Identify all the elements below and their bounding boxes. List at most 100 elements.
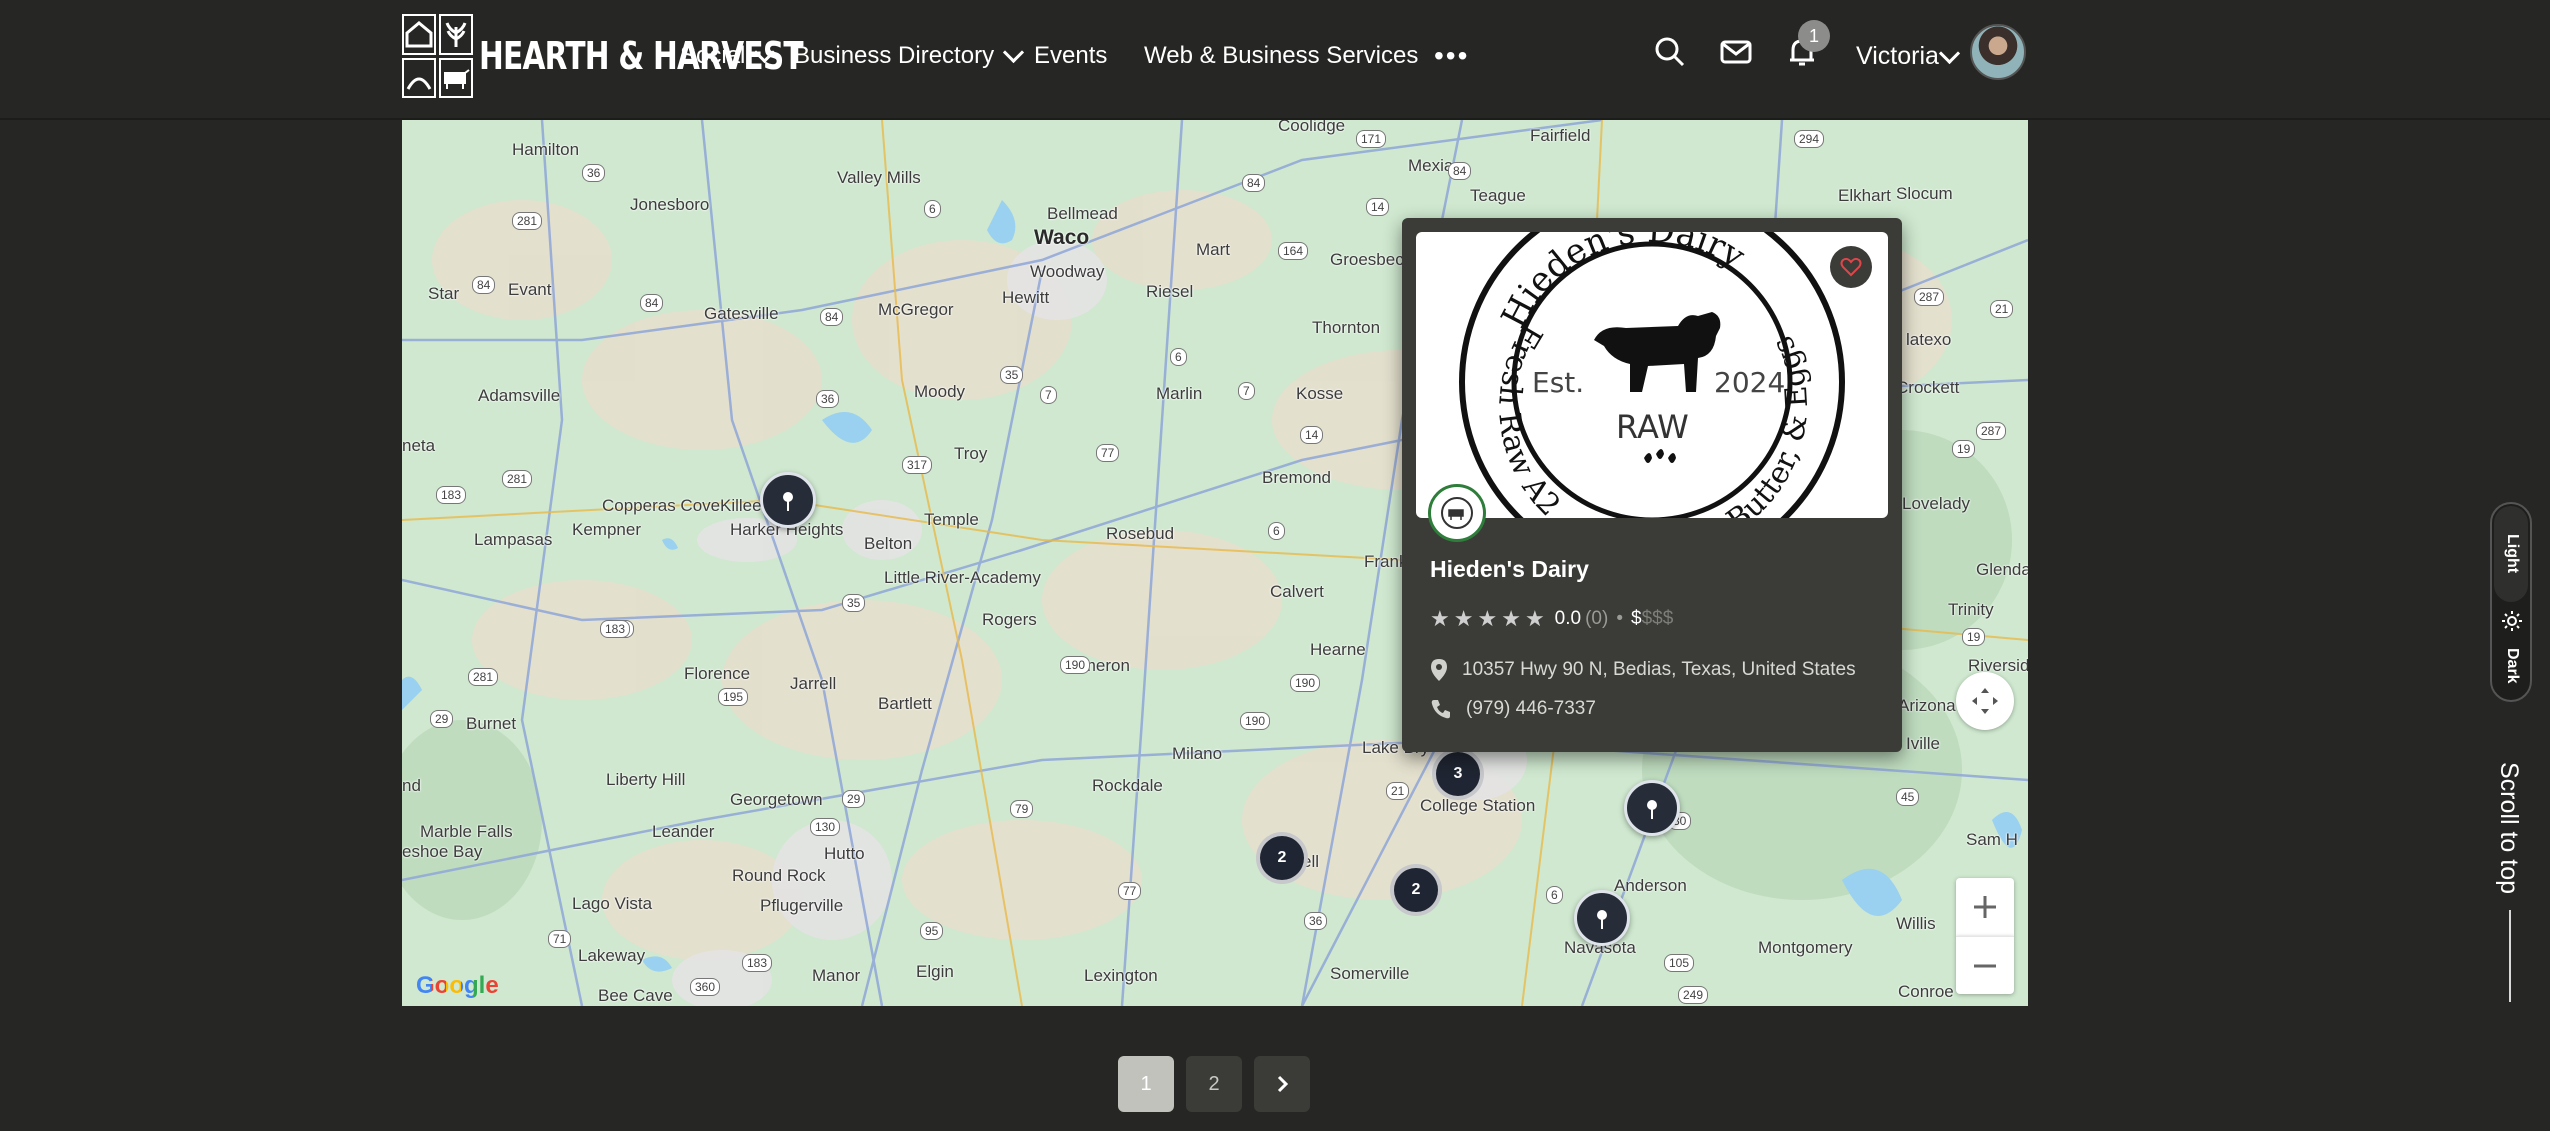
road-shield: 105 — [1664, 954, 1695, 972]
map-label: Jonesboro — [630, 195, 710, 214]
scroll-to-top-link[interactable]: Scroll to top — [2494, 762, 2523, 894]
zoom-out-button[interactable] — [1956, 936, 2014, 994]
map-label: Arizona — [1898, 696, 1956, 715]
sun-icon — [2502, 611, 2522, 631]
phone-icon — [1431, 700, 1450, 719]
site-logo[interactable]: HEARTH & HARVEST — [402, 14, 804, 98]
heart-icon — [1840, 257, 1862, 277]
map-label: Elkhart — [1838, 186, 1891, 205]
favorite-button[interactable] — [1830, 246, 1872, 288]
road-shield: 195 — [718, 688, 749, 706]
fullscreen-button[interactable] — [1956, 672, 2014, 730]
map-label: Lakeway — [578, 946, 646, 965]
road-shield: 79 — [1010, 800, 1034, 818]
nav-business-directory[interactable]: Business Directory — [794, 36, 1025, 76]
chevron-down-icon — [754, 41, 776, 63]
star-icon: ★ — [1453, 606, 1474, 631]
road-shield: 14 — [1366, 198, 1390, 216]
map-label: neta — [402, 436, 436, 455]
business-image[interactable]: Hieden's Dairy Fresh Raw A2 Butter, & Eg… — [1416, 232, 1888, 518]
map-label: Burnet — [466, 714, 517, 733]
seal-year-text: 2024 — [1714, 366, 1785, 399]
map-label: Leander — [652, 822, 715, 841]
nav-web-business-services-label: Web & Business Services — [1144, 42, 1419, 69]
business-phone[interactable]: (979) 446-7337 — [1466, 698, 1596, 720]
nav-more-button[interactable]: ••• — [1434, 36, 1469, 76]
map-label: Marble Falls — [420, 822, 513, 841]
user-menu-name[interactable]: Victoria — [1856, 36, 1939, 76]
map-label: Kosse — [1296, 384, 1344, 403]
rating-row: ★ ★ ★ ★ ★ 0.0 (0) • $ $$$ — [1430, 606, 1673, 632]
nav-social[interactable]: Social — [680, 36, 776, 76]
map-label: Lovelady — [1902, 494, 1971, 513]
star-icon: ★ — [1430, 606, 1450, 631]
road-shield: 14 — [1300, 426, 1324, 444]
map-label: Coolidge — [1278, 120, 1346, 135]
pagination-next-button[interactable] — [1254, 1056, 1310, 1112]
road-shield: 84 — [640, 294, 664, 312]
map-label: Bremond — [1262, 468, 1331, 487]
map-label: Woodway — [1030, 262, 1105, 281]
pin-icon — [1647, 800, 1657, 819]
road-shield: 35 — [842, 594, 866, 612]
search-icon[interactable] — [1652, 34, 1688, 70]
map-label: Iville — [1906, 734, 1941, 753]
map-label: Elgin — [916, 962, 954, 981]
road-shield: 36 — [582, 164, 606, 182]
business-info-card[interactable]: Hieden's Dairy Fresh Raw A2 Butter, & Eg… — [1402, 218, 1902, 752]
map-label: Teague — [1470, 186, 1526, 205]
seal-left-text: Fresh Raw A2 — [1491, 318, 1567, 518]
avatar[interactable] — [1970, 24, 2026, 80]
chevron-down-icon[interactable] — [1938, 42, 1961, 65]
nav-events[interactable]: Events — [1034, 36, 1107, 76]
road-shield: 45 — [1896, 788, 1920, 806]
map-pin-marker[interactable] — [1574, 890, 1630, 946]
business-name[interactable]: Hieden's Dairy — [1430, 556, 1589, 583]
theme-toggle[interactable]: Light Dark — [2490, 502, 2532, 702]
pagination-page-1[interactable]: 1 — [1118, 1056, 1174, 1112]
google-attribution: Google — [416, 972, 499, 1000]
map-label: Moody — [914, 382, 966, 401]
zoom-in-button[interactable] — [1956, 878, 2014, 936]
star-icon: ★ — [1477, 606, 1498, 631]
map-label: Belton — [864, 534, 913, 553]
pagination-page-2[interactable]: 2 — [1186, 1056, 1242, 1112]
map-label: latexo — [1906, 330, 1952, 349]
road-shield: 19 — [1952, 440, 1976, 458]
road-shield: 6 — [1546, 886, 1563, 904]
map-pin-marker[interactable] — [1624, 780, 1680, 836]
seal-est-text: Est. — [1532, 366, 1584, 399]
map-label: Mart — [1196, 240, 1230, 259]
road-shield: 249 — [1678, 986, 1709, 1004]
road-shield: 21 — [1386, 782, 1410, 800]
svg-text:Fresh Raw A2: Fresh Raw A2 — [1491, 318, 1567, 518]
map-cluster[interactable]: 2 — [1256, 832, 1308, 884]
pin-icon — [1597, 910, 1607, 929]
road-shield: 190 — [1290, 674, 1321, 692]
map-label: Bee Cave — [598, 986, 673, 1005]
road-shield: 36 — [816, 390, 840, 408]
mail-icon[interactable] — [1718, 34, 1754, 70]
chevron-right-icon — [1277, 1075, 1289, 1093]
map-label: Somerville — [1330, 964, 1410, 983]
map-cluster[interactable]: 3 — [1432, 748, 1484, 800]
location-pin-icon — [1431, 659, 1447, 681]
theme-light-label: Light — [2504, 534, 2521, 574]
nav-business-directory-label: Business Directory — [794, 42, 995, 69]
map-label: Lexington — [1084, 966, 1158, 985]
map-label: Rockdale — [1092, 776, 1163, 795]
road-shield: 281 — [502, 470, 533, 488]
business-address: 10357 Hwy 90 N, Bedias, Texas, United St… — [1462, 659, 1856, 680]
road-shield: 71 — [548, 930, 572, 948]
dairy-seal-image: Hieden's Dairy Fresh Raw A2 Butter, & Eg… — [1459, 232, 1845, 518]
nav-web-business-services[interactable]: Web & Business Services — [1144, 36, 1418, 76]
map-label: Kempner — [572, 520, 641, 539]
map-label: Lago Vista — [572, 894, 653, 913]
map-pin-marker[interactable] — [760, 472, 816, 528]
road-shield: 29 — [842, 790, 866, 808]
map-label: Bartlett — [878, 694, 932, 713]
map-label: Frank — [1364, 552, 1408, 571]
road-shield: 35 — [1000, 366, 1024, 384]
map-cluster[interactable]: 2 — [1390, 864, 1442, 916]
map-label: Trinity — [1948, 600, 1994, 619]
